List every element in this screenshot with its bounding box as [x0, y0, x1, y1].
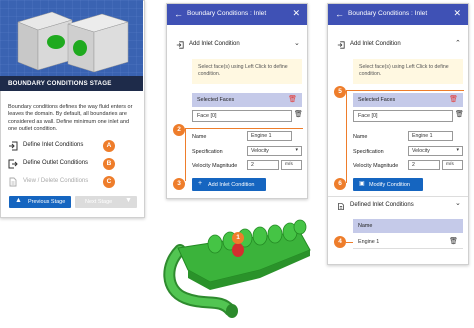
add-inlet-section-title: Add Inlet Condition — [189, 41, 240, 47]
inlet-panel-modify: ← Boundary Conditions : Inlet ✕ Add Inle… — [327, 3, 469, 265]
login-icon — [9, 141, 18, 151]
next-stage-button[interactable]: Next Stage ▼ — [75, 196, 137, 208]
dropdown-arrow-icon: ▾ — [456, 147, 459, 153]
logout-icon — [8, 159, 18, 169]
trash-icon[interactable]: 🗑 — [449, 237, 458, 245]
face-value: Face [0] — [192, 110, 292, 122]
close-icon[interactable]: ✕ — [453, 8, 461, 19]
highlight-connector — [346, 242, 353, 243]
defined-table-header: Name — [353, 219, 463, 233]
modify-condition-button[interactable]: ▣ Modify Condition — [353, 178, 423, 191]
selected-faces-label: Selected Faces — [358, 97, 396, 103]
login-icon — [176, 41, 184, 49]
geometry-preview — [0, 0, 143, 76]
document-icon — [338, 202, 344, 211]
selected-faces-header: Selected Faces 🗑 — [353, 93, 463, 107]
panel-title: Boundary Conditions : Inlet — [348, 10, 428, 17]
trash-icon[interactable]: 🗑 — [294, 110, 303, 118]
name-label: Name — [192, 134, 207, 140]
badge-2: 2 — [173, 124, 185, 136]
specification-select[interactable]: Velocity ▾ — [247, 146, 302, 156]
face-value: Face [0] — [353, 110, 453, 122]
specification-label: Specification — [353, 149, 384, 155]
previous-stage-label: Previous Stage — [28, 199, 66, 205]
velocity-unit: m/s — [442, 160, 463, 170]
table-row[interactable]: Engine 1 🗑 — [353, 235, 463, 249]
save-icon: ▣ — [359, 181, 365, 187]
selected-faces-header: Selected Faces 🗑 — [192, 93, 302, 107]
document-icon — [9, 177, 17, 187]
delete-icon[interactable]: 🗑 — [449, 95, 458, 103]
panel-title: Boundary Conditions : Inlet — [187, 10, 267, 17]
define-inlet-label: Define Inlet Conditions — [23, 142, 84, 148]
badge-4: 4 — [334, 236, 346, 248]
name-input[interactable]: Engine 1 — [247, 131, 292, 141]
table-cell-name: Engine 1 — [358, 239, 380, 245]
delete-icon[interactable]: 🗑 — [288, 95, 297, 103]
dropdown-arrow-icon: ▾ — [295, 147, 298, 153]
badge-c: C — [103, 176, 115, 188]
velocity-magnitude-label: Velocity Magnitude — [353, 163, 399, 169]
plus-icon: + — [198, 180, 203, 187]
inlet-panel-add: ← Boundary Conditions : Inlet ✕ Add Inle… — [166, 3, 308, 199]
next-stage-label: Next Stage — [85, 199, 113, 205]
name-input[interactable]: Engine 1 — [408, 131, 453, 141]
highlight-line-vertical — [346, 90, 347, 183]
define-outlet-step[interactable]: Define Outlet Conditions B — [8, 157, 140, 171]
upload-icon: ▲ — [15, 197, 22, 204]
badge-3: 3 — [173, 178, 185, 190]
stage-title: BOUNDARY CONDITIONS STAGE — [0, 76, 143, 91]
badge-5: 5 — [334, 86, 346, 98]
stage-panel: BOUNDARY CONDITIONS STAGE Boundary condi… — [0, 0, 145, 218]
velocity-magnitude-input[interactable]: 2 — [247, 160, 279, 170]
add-inlet-label: Add Inlet Condition — [208, 181, 255, 188]
badge-1: 1 — [232, 232, 244, 244]
login-icon — [337, 41, 345, 49]
highlight-line — [185, 128, 303, 129]
trash-icon[interactable]: 🗑 — [455, 110, 464, 118]
velocity-magnitude-label: Velocity Magnitude — [192, 163, 238, 169]
selected-face-highlight[interactable] — [232, 243, 244, 257]
modify-condition-label: Modify Condition — [369, 181, 410, 188]
close-icon[interactable]: ✕ — [292, 8, 300, 19]
back-arrow-icon[interactable]: ← — [174, 9, 183, 19]
add-inlet-button[interactable]: + Add Inlet Condition — [192, 178, 266, 191]
stage-description: Boundary conditions defines the way flui… — [8, 104, 133, 132]
previous-stage-button[interactable]: ▲ Previous Stage — [9, 196, 71, 208]
chevron-down-icon[interactable]: ⌄ — [294, 39, 300, 47]
view-delete-step[interactable]: View / Delete Conditions C — [8, 175, 140, 189]
velocity-unit: m/s — [281, 160, 302, 170]
specification-select[interactable]: Velocity ▾ — [408, 146, 463, 156]
view-delete-label: View / Delete Conditions — [23, 178, 89, 184]
selection-hint: Select face(s) using Left Click to defin… — [353, 59, 463, 84]
selected-faces-label: Selected Faces — [197, 97, 235, 103]
specification-label: Specification — [192, 149, 223, 155]
engine-model-render — [163, 219, 311, 318]
download-icon: ▼ — [125, 197, 132, 204]
geometry-preview-image — [0, 0, 143, 76]
panel-header: ← Boundary Conditions : Inlet ✕ — [328, 4, 468, 25]
highlight-line-vertical — [185, 128, 186, 181]
divider — [328, 196, 468, 197]
highlight-line — [346, 90, 464, 91]
chevron-up-icon[interactable]: ⌃ — [455, 39, 461, 47]
chevron-down-icon[interactable]: ⌄ — [455, 199, 461, 207]
panel-header: ← Boundary Conditions : Inlet ✕ — [167, 4, 307, 25]
badge-a: A — [103, 140, 115, 152]
specification-value: Velocity — [412, 148, 430, 154]
specification-value: Velocity — [251, 148, 269, 154]
back-arrow-icon[interactable]: ← — [335, 9, 344, 19]
add-inlet-section-title: Add Inlet Condition — [350, 41, 401, 47]
selection-hint: Select face(s) using Left Click to defin… — [192, 59, 302, 84]
define-inlet-step[interactable]: Define Inlet Conditions A — [8, 139, 140, 153]
badge-6: 6 — [334, 178, 346, 190]
velocity-magnitude-input[interactable]: 2 — [408, 160, 440, 170]
badge-b: B — [103, 158, 115, 170]
defined-inlet-section-title: Defined Inlet Conditions — [350, 202, 414, 208]
name-label: Name — [353, 134, 368, 140]
define-outlet-label: Define Outlet Conditions — [23, 160, 89, 166]
